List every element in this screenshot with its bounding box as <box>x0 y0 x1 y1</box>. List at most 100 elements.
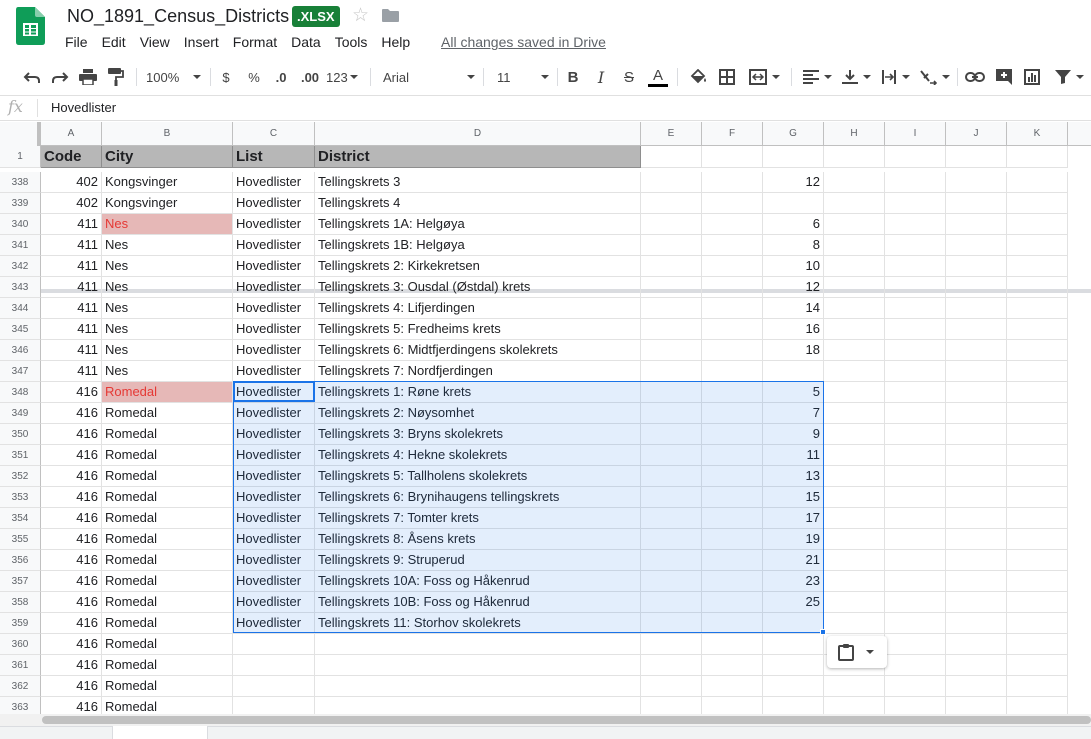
column-header-h[interactable]: H <box>824 122 885 146</box>
horizontal-align-dropdown[interactable] <box>800 64 834 90</box>
cell[interactable] <box>824 298 885 319</box>
g-cell[interactable] <box>763 634 824 655</box>
city-cell[interactable]: Nes <box>102 235 233 256</box>
cell[interactable] <box>946 487 1007 508</box>
column-header-f[interactable]: F <box>702 122 763 146</box>
cell[interactable] <box>702 613 763 634</box>
cell[interactable] <box>824 193 885 214</box>
cell[interactable] <box>824 214 885 235</box>
cell[interactable] <box>1007 382 1068 403</box>
cell[interactable] <box>702 592 763 613</box>
cell[interactable] <box>1007 613 1068 634</box>
district-cell[interactable]: Tellingskrets 1B: Helgøya <box>315 235 641 256</box>
row-header[interactable]: 361 <box>0 655 41 676</box>
cell[interactable] <box>946 466 1007 487</box>
row-header[interactable]: 360 <box>0 634 41 655</box>
cell[interactable] <box>946 550 1007 571</box>
more-formats-dropdown[interactable]: 123 <box>326 64 362 90</box>
document-title[interactable]: NO_1891_Census_Districts <box>67 6 289 27</box>
paint-format-icon[interactable] <box>104 64 128 90</box>
district-cell[interactable]: Tellingskrets 2: Kirkekretsen <box>315 256 641 277</box>
code-cell[interactable]: 416 <box>41 550 102 571</box>
insert-comment-icon[interactable] <box>993 64 1015 90</box>
menu-data[interactable]: Data <box>284 31 328 53</box>
g-cell[interactable]: 21 <box>763 550 824 571</box>
cell[interactable] <box>824 235 885 256</box>
cell[interactable] <box>885 592 946 613</box>
cell[interactable] <box>702 676 763 697</box>
cell[interactable] <box>702 193 763 214</box>
text-wrapping-dropdown[interactable] <box>878 64 912 90</box>
district-cell[interactable]: Tellingskrets 1A: Helgøya <box>315 214 641 235</box>
city-cell[interactable]: Romedal <box>102 382 233 403</box>
district-cell[interactable]: Tellingskrets 3: Ousdal (Østdal) krets <box>315 277 641 298</box>
cell[interactable] <box>702 361 763 382</box>
column-header-c[interactable]: C <box>233 122 315 146</box>
strikethrough-button[interactable]: S <box>620 64 638 90</box>
g-cell[interactable]: 23 <box>763 571 824 592</box>
cell[interactable] <box>885 146 946 168</box>
code-cell[interactable]: 416 <box>41 613 102 634</box>
cell[interactable] <box>824 592 885 613</box>
list-cell[interactable]: Hovedlister <box>233 277 315 298</box>
city-cell[interactable]: Nes <box>102 361 233 382</box>
g-cell[interactable]: 19 <box>763 529 824 550</box>
code-cell[interactable]: 411 <box>41 298 102 319</box>
cell[interactable] <box>1007 508 1068 529</box>
cell[interactable] <box>824 529 885 550</box>
vertical-align-dropdown[interactable] <box>839 64 873 90</box>
code-cell[interactable]: 411 <box>41 214 102 235</box>
district-cell[interactable]: Tellingskrets 3 <box>315 172 641 193</box>
g-cell[interactable]: 16 <box>763 319 824 340</box>
code-cell[interactable]: 416 <box>41 487 102 508</box>
cell[interactable] <box>1007 298 1068 319</box>
code-cell[interactable]: 411 <box>41 277 102 298</box>
district-cell[interactable]: Tellingskrets 4: Hekne skolekrets <box>315 445 641 466</box>
italic-button[interactable]: I <box>592 64 610 90</box>
district-header-cell[interactable]: District <box>315 146 641 168</box>
cell[interactable] <box>946 424 1007 445</box>
g-cell[interactable] <box>763 361 824 382</box>
zoom-dropdown[interactable]: 100% <box>146 64 202 90</box>
column-header-d[interactable]: D <box>315 122 641 146</box>
cell[interactable] <box>885 214 946 235</box>
city-cell[interactable]: Romedal <box>102 655 233 676</box>
g-cell[interactable] <box>763 613 824 634</box>
cell[interactable] <box>702 508 763 529</box>
column-header-j[interactable]: J <box>946 122 1007 146</box>
cell[interactable] <box>885 172 946 193</box>
percent-format-button[interactable]: % <box>246 64 262 90</box>
district-cell[interactable]: Tellingskrets 4 <box>315 193 641 214</box>
menu-file[interactable]: File <box>58 31 95 53</box>
cell[interactable] <box>824 146 885 168</box>
formula-input[interactable]: Hovedlister <box>51 100 116 115</box>
g-cell[interactable]: 7 <box>763 403 824 424</box>
list-cell[interactable]: Hovedlister <box>233 256 315 277</box>
cell[interactable] <box>702 256 763 277</box>
cell[interactable] <box>702 172 763 193</box>
cell[interactable] <box>702 487 763 508</box>
select-all-corner[interactable] <box>0 122 41 146</box>
city-cell[interactable]: Romedal <box>102 592 233 613</box>
g-cell[interactable]: 17 <box>763 508 824 529</box>
cell[interactable] <box>702 340 763 361</box>
list-cell[interactable]: Hovedlister <box>233 193 315 214</box>
column-header-k[interactable]: K <box>1007 122 1068 146</box>
cell[interactable] <box>946 445 1007 466</box>
cell[interactable] <box>641 403 702 424</box>
list-cell[interactable]: Hovedlister <box>233 508 315 529</box>
cell[interactable] <box>824 403 885 424</box>
list-cell[interactable]: Hovedlister <box>233 214 315 235</box>
fill-color-icon[interactable] <box>687 64 709 90</box>
code-header-cell[interactable]: Code <box>41 146 102 168</box>
cell[interactable] <box>1007 424 1068 445</box>
g-cell[interactable]: 13 <box>763 466 824 487</box>
cell[interactable] <box>946 571 1007 592</box>
column-header-e[interactable]: E <box>641 122 702 146</box>
code-cell[interactable]: 416 <box>41 655 102 676</box>
cell[interactable] <box>824 256 885 277</box>
cell[interactable] <box>885 193 946 214</box>
cell[interactable] <box>824 466 885 487</box>
row-header[interactable]: 359 <box>0 613 41 634</box>
list-cell[interactable]: Hovedlister <box>233 340 315 361</box>
